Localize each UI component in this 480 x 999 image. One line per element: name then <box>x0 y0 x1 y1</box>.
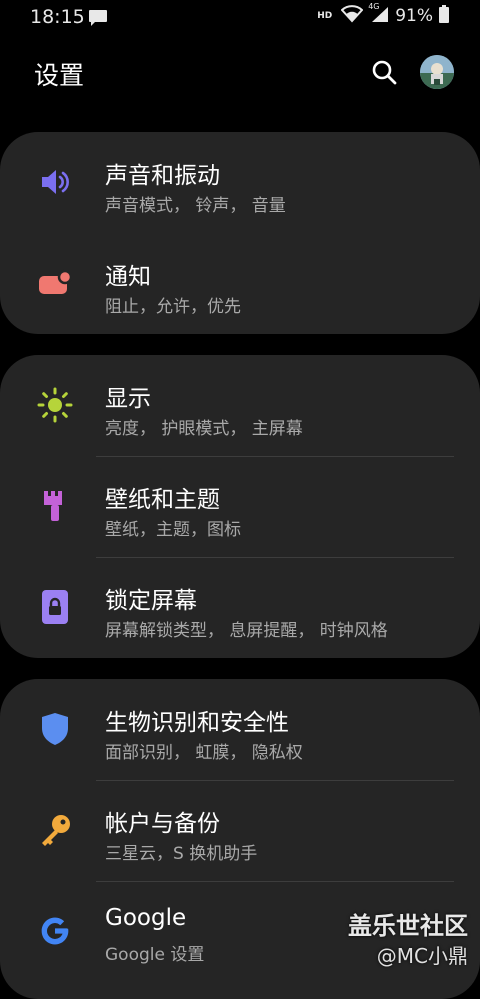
battery-icon <box>438 5 450 27</box>
settings-group-1: 声音和振动 声音模式， 铃声， 音量 通知 阻止，允许，优先 <box>0 132 480 334</box>
settings-item-accounts[interactable]: 帐户与备份 三星云，S 换机助手 <box>0 780 480 881</box>
network-type: 4G <box>368 2 380 11</box>
sound-title: 声音和振动 <box>105 163 220 189</box>
settings-item-sound[interactable]: 声音和振动 声音模式， 铃声， 音量 <box>0 132 480 233</box>
hd-indicator: HD <box>317 11 333 21</box>
message-notification-icon <box>88 9 108 31</box>
settings-item-notifications[interactable]: 通知 阻止，允许，优先 <box>0 233 480 334</box>
wallpaper-subtitle: 壁纸，主题，图标 <box>105 520 241 540</box>
watermark-community: 盖乐世社区 <box>348 912 468 940</box>
lock-screen-title: 锁定屏幕 <box>105 588 197 614</box>
lock-icon <box>37 589 73 625</box>
key-icon <box>37 812 73 848</box>
sound-subtitle: 声音模式， 铃声， 音量 <box>105 196 286 216</box>
status-bar: 18:15 HD 4G 91% <box>0 0 480 34</box>
google-title: Google <box>105 905 187 931</box>
notification-icon <box>37 265 73 301</box>
search-icon <box>372 60 397 85</box>
display-title: 显示 <box>105 386 151 412</box>
google-icon <box>37 913 73 949</box>
settings-header: 设置 <box>0 46 480 98</box>
battery-percent: 91% <box>395 6 433 26</box>
notifications-title: 通知 <box>105 264 151 290</box>
status-time: 18:15 <box>30 6 85 28</box>
brush-icon <box>37 488 73 524</box>
speaker-icon <box>37 164 73 200</box>
shield-icon <box>37 711 73 747</box>
lock-screen-subtitle: 屏幕解锁类型， 息屏提醒， 时钟风格 <box>105 621 388 641</box>
settings-item-wallpaper[interactable]: 壁纸和主题 壁纸，主题，图标 <box>0 456 480 557</box>
sun-icon <box>37 387 73 423</box>
search-button[interactable] <box>368 56 400 88</box>
avatar[interactable] <box>420 55 454 89</box>
accounts-title: 帐户与备份 <box>105 811 220 837</box>
page-title: 设置 <box>34 61 85 90</box>
wifi-icon <box>340 5 364 27</box>
notifications-subtitle: 阻止，允许，优先 <box>105 297 241 317</box>
google-subtitle: Google 设置 <box>105 945 205 965</box>
settings-item-display[interactable]: 显示 亮度， 护眼模式， 主屏幕 <box>0 355 480 456</box>
settings-item-lock-screen[interactable]: 锁定屏幕 屏幕解锁类型， 息屏提醒， 时钟风格 <box>0 557 480 658</box>
security-title: 生物识别和安全性 <box>105 710 289 736</box>
settings-item-security[interactable]: 生物识别和安全性 面部识别， 虹膜， 隐私权 <box>0 679 480 780</box>
wallpaper-title: 壁纸和主题 <box>105 487 220 513</box>
cellular-signal-icon: 4G <box>368 2 390 27</box>
accounts-subtitle: 三星云，S 换机助手 <box>105 844 258 864</box>
display-subtitle: 亮度， 护眼模式， 主屏幕 <box>105 419 303 439</box>
security-subtitle: 面部识别， 虹膜， 隐私权 <box>105 743 303 763</box>
watermark-author: @MC小鼎 <box>376 944 468 968</box>
settings-group-2: 显示 亮度， 护眼模式， 主屏幕 壁纸和主题 壁纸，主题，图标 锁定屏幕 屏幕解… <box>0 355 480 658</box>
